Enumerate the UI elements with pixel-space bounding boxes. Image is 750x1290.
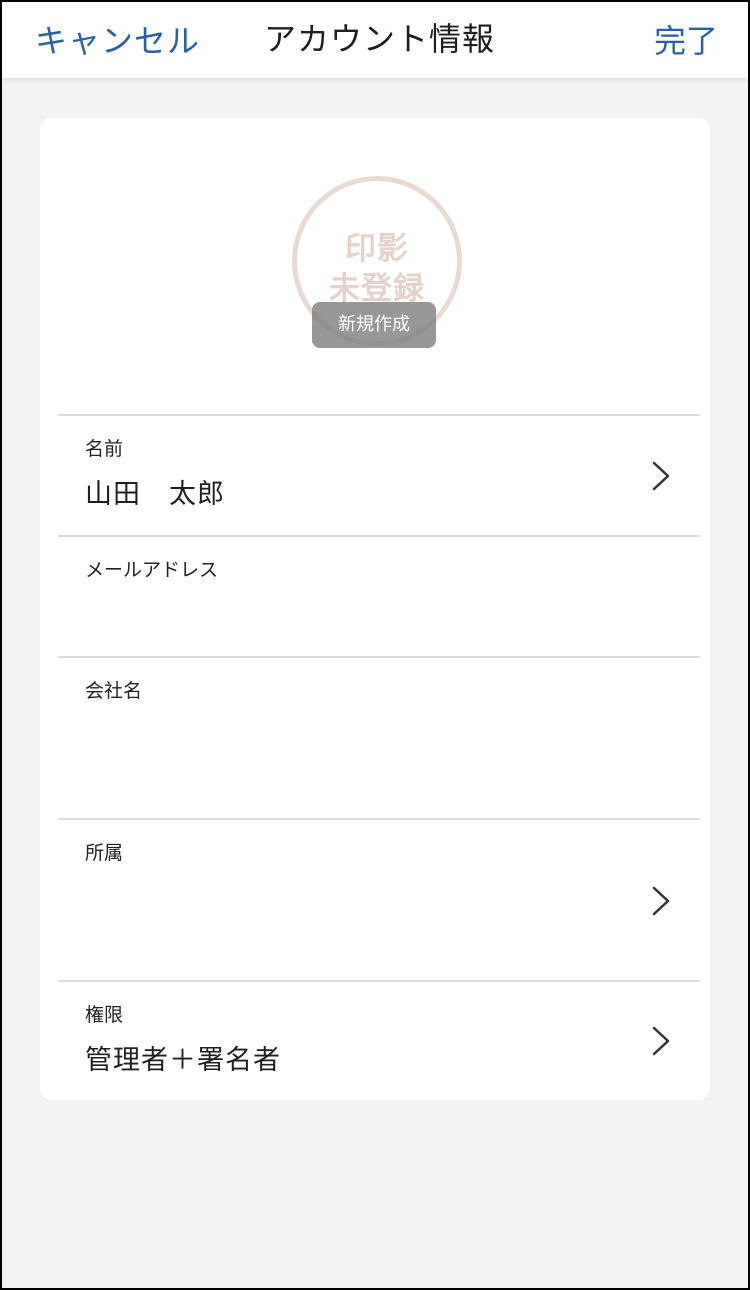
- email-label: メールアドレス: [85, 559, 219, 581]
- cancel-button[interactable]: キャンセル: [35, 16, 200, 62]
- page-title: アカウント情報: [264, 20, 496, 58]
- done-button[interactable]: 完了: [654, 16, 718, 62]
- permission-value: 管理者＋署名者: [85, 1045, 281, 1076]
- chevron-right-icon: [652, 1026, 670, 1056]
- name-label: 名前: [85, 438, 124, 460]
- chevron-right-icon: [652, 461, 670, 491]
- permission-label: 権限: [85, 1004, 124, 1026]
- seal-section: 印影 未登録 新規作成: [40, 118, 710, 414]
- department-row[interactable]: 所属: [58, 818, 700, 980]
- navigation-bar: キャンセル アカウント情報 完了: [2, 2, 748, 78]
- app-frame: キャンセル アカウント情報 完了 印影 未登録 新規作成 名前 山田 太郎 メー…: [0, 0, 750, 1290]
- company-label: 会社名: [85, 680, 143, 702]
- permission-row[interactable]: 権限 管理者＋署名者: [58, 980, 700, 1100]
- company-row[interactable]: 会社名: [58, 656, 700, 818]
- email-row[interactable]: メールアドレス: [58, 535, 700, 656]
- create-seal-button[interactable]: 新規作成: [312, 302, 436, 348]
- name-value: 山田 太郎: [85, 479, 225, 510]
- account-card: 印影 未登録 新規作成 名前 山田 太郎 メールアドレス 会社名 所属 権限 管…: [40, 118, 710, 1100]
- department-label: 所属: [85, 842, 124, 864]
- seal-text-line1: 印影: [345, 231, 409, 267]
- name-row[interactable]: 名前 山田 太郎: [58, 414, 700, 535]
- chevron-right-icon: [652, 886, 670, 916]
